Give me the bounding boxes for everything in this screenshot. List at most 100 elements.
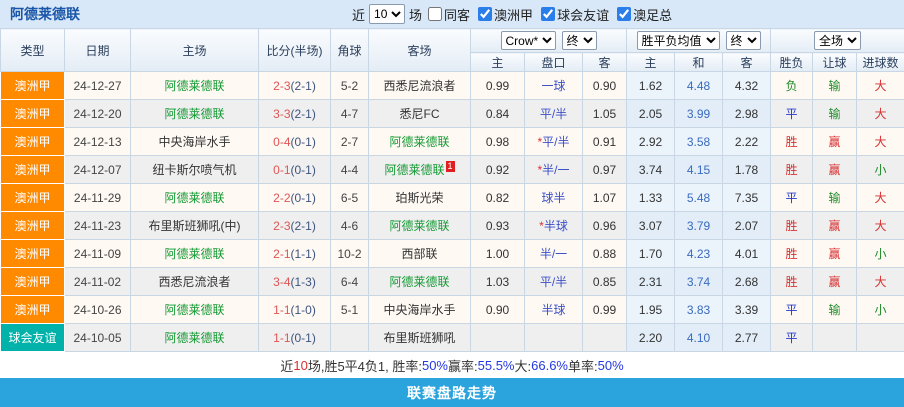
league-type-badge[interactable]: 澳洲甲: [0, 267, 65, 296]
odds-company-select[interactable]: Crow*: [500, 31, 556, 50]
away-odds-cell: [581, 323, 628, 352]
league-type-badge[interactable]: 澳洲甲: [0, 295, 65, 324]
odds-final-select[interactable]: 终: [561, 31, 597, 50]
home-team-link[interactable]: 布里斯班狮吼(中): [130, 211, 259, 240]
handicap-cell: 平/半: [524, 99, 583, 128]
summary-segment: 50%: [597, 357, 624, 373]
match-row: 澳洲甲 24-12-07 纽卡斯尔喷气机 0-1(0-1) 4-4 阿德莱德联 1 0.92 *…: [0, 155, 904, 184]
mean-home-odds-cell: 3.07: [626, 211, 676, 240]
mean-home-odds-cell: 2.20: [626, 323, 676, 352]
away-team-link[interactable]: 西部联: [368, 239, 471, 268]
halftime-score: (1-3): [290, 274, 316, 289]
result-cell: 胜: [770, 267, 814, 296]
halftime-score: (0-1): [290, 134, 316, 149]
handicap-result-cell: [812, 323, 858, 352]
mean-away-odds-cell: 2.68: [722, 267, 772, 296]
league-type-badge[interactable]: 澳洲甲: [0, 155, 65, 184]
checkbox-league-a[interactable]: 澳洲甲: [472, 5, 533, 24]
cup-checkbox[interactable]: [617, 7, 632, 21]
home-team-link[interactable]: 纽卡斯尔喷气机: [130, 155, 259, 184]
away-team-name: 阿德莱德联: [389, 219, 450, 233]
league-type-badge[interactable]: 澳洲甲: [0, 99, 65, 128]
mean-away-odds-cell: 2.98: [722, 99, 772, 128]
away-team-name: 悉尼FC: [399, 107, 440, 121]
home-odds-cell: 0.99: [470, 71, 525, 100]
score-cell: 1-1(0-1): [258, 323, 331, 352]
away-team-link[interactable]: 悉尼FC: [368, 99, 471, 128]
handicap-result-cell: 赢: [812, 211, 858, 240]
fulltime-score: 3-3: [273, 106, 291, 121]
fulltime-score: 2-1: [273, 246, 291, 261]
mean-draw-odds-cell: 4.10: [674, 323, 724, 352]
match-date: 24-12-07: [64, 155, 131, 184]
home-team-link[interactable]: 西悉尼流浪者: [130, 267, 259, 296]
home-team-link[interactable]: 阿德莱德联: [130, 323, 259, 352]
home-team-link[interactable]: 阿德莱德联: [130, 295, 259, 324]
mean-home-odds-cell: 3.74: [626, 155, 676, 184]
mean-draw-odds-cell: 5.48: [674, 183, 724, 212]
mean-final-select[interactable]: 终: [725, 31, 761, 50]
corner-cell: 4-6: [330, 211, 369, 240]
checkbox-same-away[interactable]: 同客: [422, 5, 470, 24]
away-team-link[interactable]: 阿德莱德联: [368, 211, 471, 240]
away-team-name: 阿德莱德联: [389, 135, 450, 149]
home-team-link[interactable]: 阿德莱德联: [130, 239, 259, 268]
score-cell: 0-4(0-1): [258, 127, 331, 156]
mean-away-odds-cell: 3.39: [722, 295, 772, 324]
home-team-link[interactable]: 中央海岸水手: [130, 127, 259, 156]
match-row: 澳洲甲 24-11-23 布里斯班狮吼(中) 2-3(2-1) 4-6 阿德莱德联 0.93…: [0, 211, 904, 240]
corner-cell: [330, 323, 369, 352]
goals-result-cell: 大: [856, 71, 904, 100]
fulltime-select[interactable]: 全场: [814, 31, 862, 50]
col-header-odds-away: 客: [581, 52, 628, 72]
league-type-badge[interactable]: 澳洲甲: [0, 211, 65, 240]
checkbox-club-friendly[interactable]: 球会友谊: [535, 5, 609, 24]
corner-cell: 6-5: [330, 183, 369, 212]
away-team-name: 珀斯光荣: [395, 191, 444, 205]
handicap-cell: [524, 323, 583, 352]
checkbox-cup[interactable]: 澳足总: [611, 5, 672, 24]
away-team-link[interactable]: 西悉尼流浪者: [368, 71, 471, 100]
handicap-cell: 球半: [524, 183, 583, 212]
league-a-checkbox[interactable]: [478, 7, 493, 21]
handicap-result-cell: 输: [812, 71, 858, 100]
away-team-link[interactable]: 阿德莱德联 1: [368, 155, 471, 184]
mean-draw-odds-cell: 3.99: [674, 99, 724, 128]
fulltime-score: 1-1: [273, 330, 291, 345]
away-team-link[interactable]: 布里斯班狮吼: [368, 323, 471, 352]
score-cell: 0-1(0-1): [258, 155, 331, 184]
handicap-value: 平/半: [542, 135, 570, 149]
mean-home-odds-cell: 2.92: [626, 127, 676, 156]
same-away-checkbox[interactable]: [428, 7, 443, 21]
col-header-home: 主场: [130, 28, 259, 72]
topbar: 阿德莱德联 近 10 场 同客 澳洲甲 球会友谊 澳足总: [0, 0, 904, 28]
league-type-badge[interactable]: 球会友谊: [0, 323, 65, 352]
away-team-link[interactable]: 中央海岸水手: [368, 295, 471, 324]
mean-odds-select[interactable]: 胜平负均值: [636, 31, 720, 50]
goals-result-cell: 大: [856, 211, 904, 240]
match-history-panel: 阿德莱德联 近 10 场 同客 澳洲甲 球会友谊 澳足总 类型 日期 主场 比分…: [0, 0, 904, 407]
goals-result-cell: 小: [856, 295, 904, 324]
match-count-select[interactable]: 10: [369, 4, 406, 24]
handicap-result-cell: 赢: [812, 239, 858, 268]
mean-away-odds-cell: 4.32: [722, 71, 772, 100]
home-team-link[interactable]: 阿德莱德联: [130, 99, 259, 128]
corner-cell: 10-2: [330, 239, 369, 268]
club-friendly-checkbox[interactable]: [541, 7, 556, 21]
away-team-link[interactable]: 珀斯光荣: [368, 183, 471, 212]
match-date: 24-12-27: [64, 71, 131, 100]
home-team-link[interactable]: 阿德莱德联: [130, 183, 259, 212]
league-type-badge[interactable]: 澳洲甲: [0, 71, 65, 100]
league-type-badge[interactable]: 澳洲甲: [0, 183, 65, 212]
away-team-link[interactable]: 阿德莱德联: [368, 267, 471, 296]
league-type-badge[interactable]: 澳洲甲: [0, 239, 65, 268]
corner-cell: 6-4: [330, 267, 369, 296]
match-date: 24-10-26: [64, 295, 131, 324]
league-type-badge[interactable]: 澳洲甲: [0, 127, 65, 156]
home-team-link[interactable]: 阿德莱德联: [130, 71, 259, 100]
away-team-link[interactable]: 阿德莱德联: [368, 127, 471, 156]
handicap-result-cell: 赢: [812, 155, 858, 184]
handicap-value: 平/半: [539, 107, 568, 121]
result-cell: 平: [770, 183, 814, 212]
col-header-goals: 进球数: [856, 52, 904, 72]
